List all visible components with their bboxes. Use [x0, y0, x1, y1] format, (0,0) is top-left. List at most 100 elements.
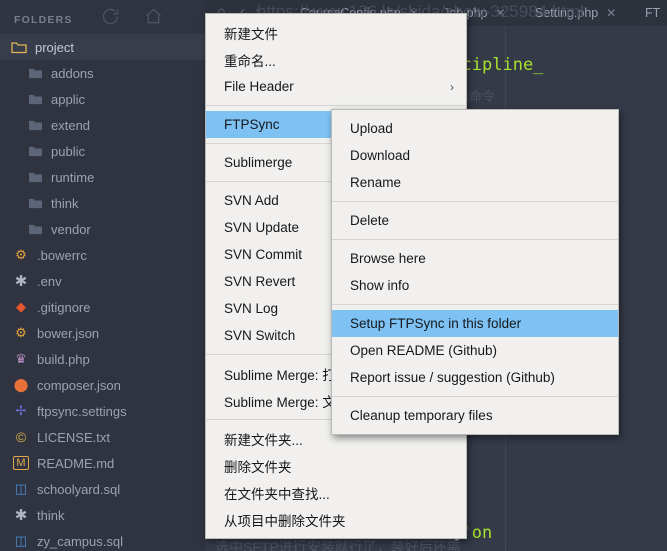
sidebar-item-think[interactable]: think	[0, 190, 205, 216]
menu-item-label: SVN Revert	[224, 274, 296, 289]
menu-item-label: 删除文件夹	[224, 459, 292, 475]
sidebar-item-schoolyard-sql[interactable]: ◫ schoolyard.sql	[0, 476, 205, 502]
tab-label: FT	[645, 6, 661, 20]
menu-item-label: Sublimerge	[224, 155, 293, 170]
sidebar-item-label: README.md	[37, 455, 115, 471]
copyright-icon: ©	[15, 429, 27, 445]
sidebar-item-project-root[interactable]: project	[0, 34, 205, 60]
menu-item-新建文件[interactable]: 新建文件	[206, 19, 466, 46]
folders-sidebar[interactable]: FOLDERS project addons applic extend public…	[0, 0, 205, 551]
folder-icon	[26, 91, 44, 107]
menu-item-cleanup-temporary-files[interactable]: Cleanup temporary files	[332, 402, 618, 429]
menu-item-label: File Header	[224, 79, 294, 94]
sidebar-item-label: applic	[51, 91, 85, 107]
sidebar-item-addons[interactable]: addons	[0, 60, 205, 86]
folder-icon	[26, 169, 44, 185]
sidebar-item-runtime[interactable]: runtime	[0, 164, 205, 190]
markdown-icon: M	[12, 455, 30, 471]
sidebar-item-gitignore[interactable]: ◆ .gitignore	[0, 294, 205, 320]
menu-item-从项目中删除文件夹[interactable]: 从项目中删除文件夹	[206, 506, 466, 533]
sidebar-item-ftpsync-settings[interactable]: ✢ ftpsync.settings	[0, 398, 205, 424]
menu-item-setup-ftpsync-in-this-folder[interactable]: Setup FTPSync in this folder	[332, 310, 618, 337]
menu-item-report-issue-suggestion-github[interactable]: Report issue / suggestion (Github)	[332, 364, 618, 391]
sidebar-item-label: schoolyard.sql	[37, 481, 121, 497]
menu-item-label: Delete	[350, 213, 390, 228]
sidebar-item-label: zy_campus.sql	[37, 533, 123, 549]
sidebar-item-vendor[interactable]: vendor	[0, 216, 205, 242]
menu-item-label: 新建文件夹...	[224, 432, 303, 448]
sidebar-item-composer-json[interactable]: ⬤ composer.json	[0, 372, 205, 398]
database-icon: ◫	[14, 481, 28, 496]
menu-item-在文件夹中查找[interactable]: 在文件夹中查找...	[206, 479, 466, 506]
folder-icon	[26, 221, 44, 237]
menu-item-label: SVN Update	[224, 220, 300, 235]
folder-icon	[26, 117, 44, 133]
sidebar-item-label: composer.json	[37, 377, 121, 393]
tab-setting-php[interactable]: Setting.php ✕	[535, 0, 616, 26]
menu-item-label: Cleanup temporary files	[350, 408, 493, 423]
menu-item-label: Report issue / suggestion (Github)	[350, 370, 555, 385]
sidebar-item-extend[interactable]: extend	[0, 112, 205, 138]
menu-item-download[interactable]: Download	[332, 142, 618, 169]
sidebar-item-license-txt[interactable]: © LICENSE.txt	[0, 424, 205, 450]
tab-close-icon[interactable]: ✕	[495, 6, 505, 20]
sidebar-item-env[interactable]: ✱ .env	[0, 268, 205, 294]
chevron-right-icon: ›	[450, 79, 454, 94]
menu-item-browse-here[interactable]: Browse here	[332, 245, 618, 272]
menu-separator	[332, 396, 618, 397]
menu-item-重命名[interactable]: 重命名...	[206, 46, 466, 73]
menu-separator	[332, 201, 618, 202]
menu-item-delete[interactable]: Delete	[332, 207, 618, 234]
folder-icon	[26, 195, 44, 211]
tab-close-icon[interactable]: ✕	[606, 6, 616, 20]
menu-item-upload[interactable]: Upload	[332, 115, 618, 142]
php-icon: ♛	[15, 351, 27, 366]
sidebar-item-label: think	[51, 195, 79, 211]
asterisk-icon: ✱	[14, 507, 28, 524]
composer-icon: ⬤	[13, 377, 29, 392]
menu-item-label: 新建文件	[224, 26, 278, 42]
ftpsync-submenu[interactable]: Upload Download Rename Delete Browse here Sho…	[331, 109, 619, 435]
sidebar-item-label: .gitignore	[37, 299, 91, 315]
git-icon: ◆	[16, 299, 26, 314]
sidebar-item-label: extend	[51, 117, 91, 133]
sidebar-item-build-php[interactable]: ♛ build.php	[0, 346, 205, 372]
bower-icon: ⚙	[15, 325, 27, 340]
ftpsync-icon: ✢	[15, 403, 27, 418]
sidebar-item-bower-json[interactable]: ⚙ bower.json	[0, 320, 205, 346]
sidebar-item-bowerrc[interactable]: ⚙ .bowerrc	[0, 242, 205, 268]
sidebar-item-label: build.php	[37, 351, 90, 367]
sidebar-item-label: bower.json	[37, 325, 100, 341]
database-icon: ◫	[14, 533, 28, 548]
menu-item-label: Upload	[350, 121, 393, 136]
menu-item-label: 从项目中删除文件夹	[224, 513, 346, 529]
menu-item-label: SVN Commit	[224, 247, 303, 262]
sidebar-item-public[interactable]: public	[0, 138, 205, 164]
sidebar-item-think[interactable]: ✱ think	[0, 502, 205, 528]
sidebar-file-list[interactable]: addons applic extend public runtime think vend…	[0, 60, 205, 551]
menu-item-rename[interactable]: Rename	[332, 169, 618, 196]
menu-item-label: Setup FTPSync in this folder	[350, 316, 522, 331]
menu-item-file-header[interactable]: File Header ›	[206, 73, 466, 100]
sidebar-item-label: LICENSE.txt	[37, 429, 110, 445]
folder-icon	[26, 65, 44, 81]
menu-item-删除文件夹[interactable]: 删除文件夹	[206, 452, 466, 479]
menu-item-label: FTPSync	[224, 117, 280, 132]
menu-item-label: SVN Add	[224, 193, 279, 208]
menu-item-label: 重命名...	[224, 53, 276, 69]
menu-item-label: Browse here	[350, 251, 426, 266]
menu-item-show-info[interactable]: Show info	[332, 272, 618, 299]
sidebar-item-applic[interactable]: applic	[0, 86, 205, 112]
sidebar-item-zy-campus-sql[interactable]: ◫ zy_campus.sql	[0, 528, 205, 551]
sidebar-item-label: vendor	[51, 221, 91, 237]
sublime-text-window: switch ($param['discipline_ case JobConf…	[0, 0, 667, 551]
menu-item-label: SVN Switch	[224, 328, 296, 343]
tab-ft[interactable]: FT	[645, 0, 660, 26]
menu-item-open-readme-github[interactable]: Open README (Github)	[332, 337, 618, 364]
sidebar-item-readme-md[interactable]: M README.md	[0, 450, 205, 476]
menu-separator	[206, 105, 466, 106]
menu-separator	[332, 304, 618, 305]
menu-item-label: Show info	[350, 278, 410, 293]
menu-item-label: Open README (Github)	[350, 343, 498, 358]
folder-icon	[26, 143, 44, 159]
